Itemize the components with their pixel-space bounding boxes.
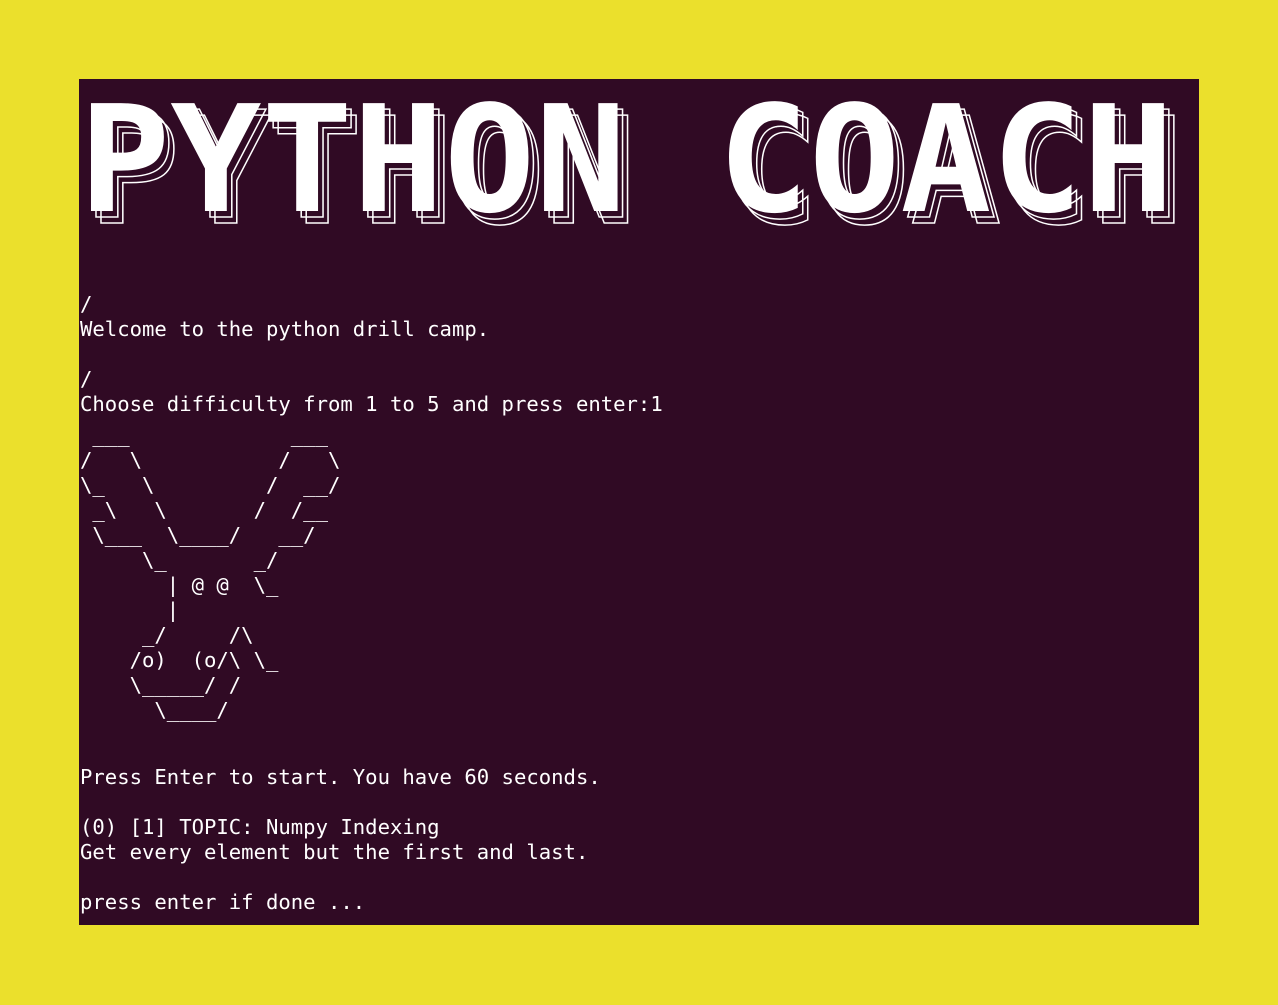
difficulty-prompt: Choose difficulty from 1 to 5 and press … <box>80 392 663 416</box>
task-description: Get every element but the first and last… <box>80 840 589 864</box>
welcome-message: Welcome to the python drill camp. <box>80 317 490 341</box>
start-prompt: Press Enter to start. You have 60 second… <box>80 765 601 789</box>
banner-title: PYTHON COACH PYTHON COACH PYTHON COACH <box>79 79 1185 249</box>
topic-line: (0) [1] TOPIC: Numpy Indexing <box>80 815 440 839</box>
terminal-line-slash: / <box>80 292 93 316</box>
banner-text-main: PYTHON COACH <box>79 79 1174 246</box>
terminal-window: PYTHON COACH PYTHON COACH PYTHON COACH /… <box>79 79 1199 925</box>
terminal-line-slash: / <box>80 367 93 391</box>
ascii-moose-art: ___ ___ / \ / \ \_ \ / __/ _\ \ / /__ \_… <box>80 423 341 722</box>
done-prompt[interactable]: press enter if done ... <box>80 890 365 915</box>
